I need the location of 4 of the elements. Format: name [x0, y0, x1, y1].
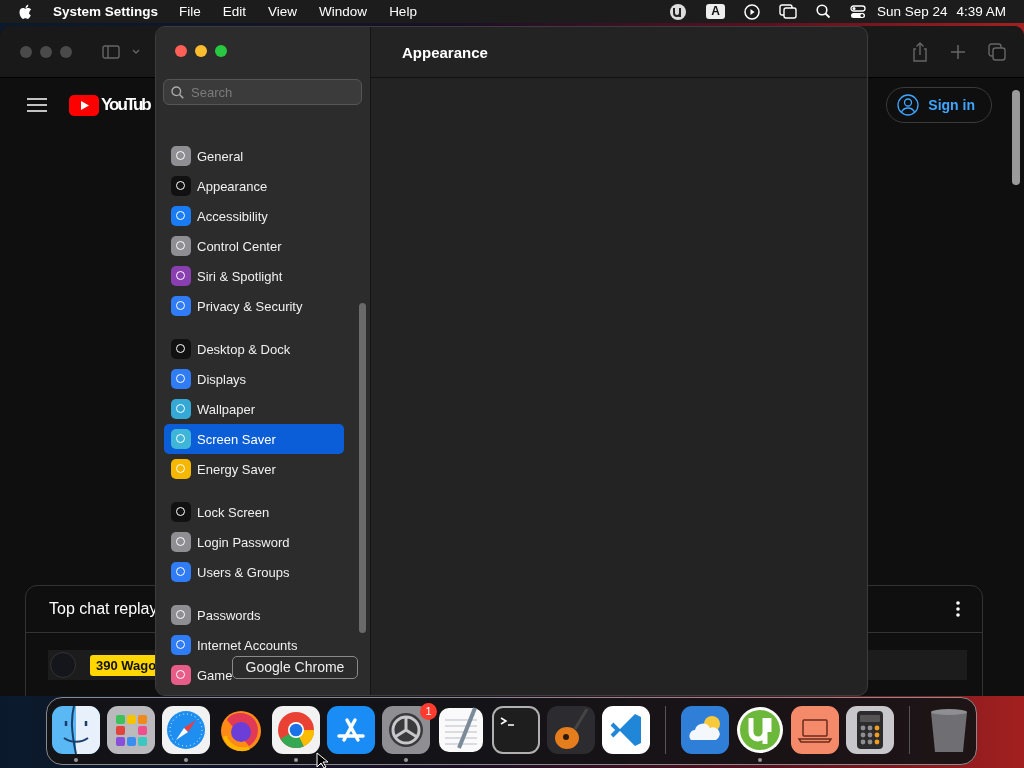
tooltip: Google Chrome [232, 656, 358, 679]
pane-title: Appearance [402, 43, 488, 61]
notification-badge: 1 [420, 703, 437, 720]
chat-title: Top chat replay [49, 600, 158, 618]
